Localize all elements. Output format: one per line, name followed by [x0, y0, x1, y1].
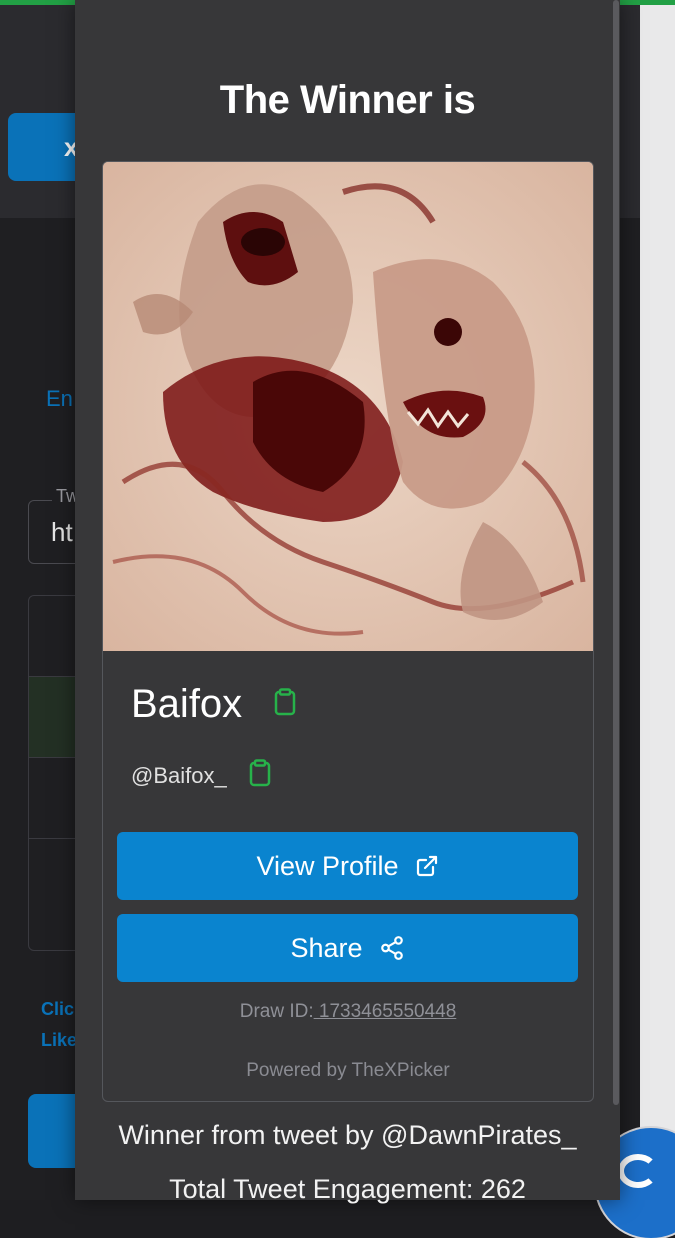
winner-name: Baifox: [131, 682, 243, 726]
copy-name-icon[interactable]: [274, 688, 296, 721]
share-label: Share: [290, 932, 363, 963]
winner-card: Baifox @Baifox_ View Profile Share Draw …: [102, 161, 594, 1102]
share-button[interactable]: Share: [117, 914, 578, 982]
share-icon: [379, 935, 405, 961]
background-right-panel: [640, 0, 675, 1200]
modal-title: The Winner is: [219, 78, 476, 122]
copy-handle-icon[interactable]: [249, 759, 271, 792]
background-footer-text[interactable]: Clic Like: [41, 994, 77, 1056]
footer-line-1: Clic: [41, 999, 75, 1019]
winner-handle-row: @Baifox_: [131, 759, 271, 792]
tweet-url-value: ht: [51, 516, 73, 547]
view-profile-label: View Profile: [256, 850, 399, 881]
footer-line-2: Like: [41, 1030, 78, 1050]
winner-name-row: Baifox: [131, 682, 296, 727]
powered-by: Powered by TheXPicker: [246, 1060, 450, 1081]
draw-id: Draw ID: 1733465550448: [103, 1001, 593, 1023]
winner-handle: @Baifox_: [131, 762, 227, 788]
winner-tweet-source: Winner from tweet by @DawnPirates_: [118, 1120, 577, 1150]
background-link[interactable]: En: [46, 386, 73, 412]
view-profile-button[interactable]: View Profile: [117, 832, 578, 900]
total-engagement: Total Tweet Engagement: 262: [169, 1174, 526, 1204]
modal-scrollbar[interactable]: [613, 0, 619, 1105]
draw-id-label: Draw ID:: [239, 1001, 314, 1022]
avatar-illustration: [103, 162, 593, 651]
draw-id-link[interactable]: 1733465550448: [314, 1001, 456, 1022]
winner-avatar-image: [103, 162, 593, 651]
external-link-icon: [415, 854, 439, 878]
